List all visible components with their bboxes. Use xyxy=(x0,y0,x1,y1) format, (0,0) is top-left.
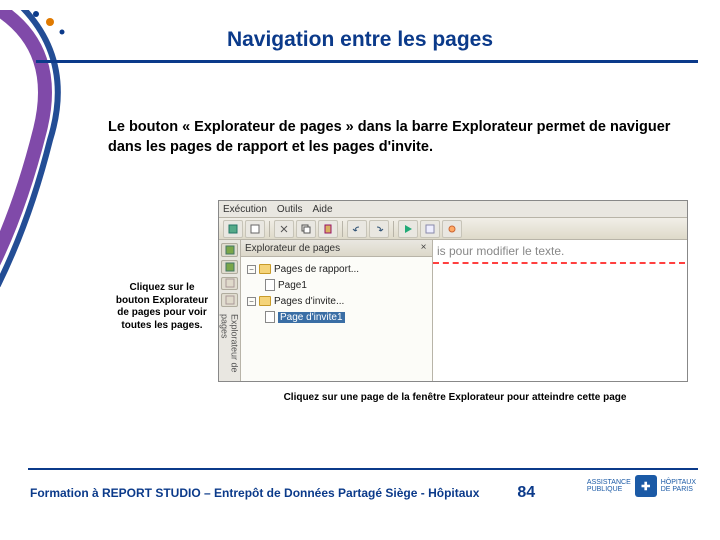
footer-text: Formation à REPORT STUDIO – Entrepôt de … xyxy=(30,486,479,500)
toolbar-button-run[interactable] xyxy=(398,220,418,238)
logo-text-left: ASSISTANCE PUBLIQUE xyxy=(587,479,631,493)
toolbar-button-2[interactable] xyxy=(245,220,265,238)
folder-icon xyxy=(259,296,271,306)
tab-button-page-explorer[interactable] xyxy=(221,260,238,274)
toolbar-button-a[interactable] xyxy=(420,220,440,238)
body-paragraph: Le bouton « Explorateur de pages » dans … xyxy=(108,118,682,157)
page-number: 84 xyxy=(517,484,535,502)
toolbar-separator xyxy=(269,221,270,237)
expand-icon[interactable]: − xyxy=(247,265,256,274)
panel-close-button[interactable]: × xyxy=(417,242,430,255)
app-screenshot: Exécution Outils Aide Explorateur de pag… xyxy=(218,200,688,382)
page-explorer-panel: Explorateur de pages × − Pages de rappor… xyxy=(241,240,433,381)
menubar: Exécution Outils Aide xyxy=(219,201,687,218)
toolbar-button-cut[interactable] xyxy=(274,220,294,238)
callout-bottom: Cliquez sur une page de la fenêtre Explo… xyxy=(220,392,690,403)
folder-icon xyxy=(259,264,271,274)
toolbar-button-undo[interactable] xyxy=(347,220,367,238)
toolbar-button-1[interactable] xyxy=(223,220,243,238)
menu-outils[interactable]: Outils xyxy=(277,204,303,215)
tab-button-1[interactable] xyxy=(221,243,238,257)
tree-label: Pages de rapport... xyxy=(274,264,359,275)
page-icon xyxy=(265,311,275,323)
tree-label: Page d'invite1 xyxy=(278,312,345,323)
toolbar-separator xyxy=(393,221,394,237)
tree-group-reports[interactable]: − Pages de rapport... xyxy=(243,261,430,277)
tree-item-page1[interactable]: Page1 xyxy=(243,277,430,293)
canvas-area: is pour modifier le texte. xyxy=(433,240,687,381)
tree-label: Pages d'invite... xyxy=(274,296,344,307)
tree-item-prompt-page1[interactable]: Page d'invite1 xyxy=(243,309,430,325)
toolbar xyxy=(219,218,687,240)
panel-title-text: Explorateur de pages xyxy=(245,243,340,254)
toolbar-button-paste[interactable] xyxy=(318,220,338,238)
tree-label: Page1 xyxy=(278,280,307,291)
logo-text-right: HÔPITAUX DE PARIS xyxy=(661,479,696,493)
callout-left: Cliquez sur le bouton Explorateur de pag… xyxy=(114,282,210,332)
page-icon xyxy=(265,279,275,291)
dashed-guide xyxy=(433,262,685,264)
footer-rule xyxy=(28,468,698,470)
tree-group-prompts[interactable]: − Pages d'invite... xyxy=(243,293,430,309)
tab-button-3[interactable] xyxy=(221,277,238,291)
expand-icon[interactable]: − xyxy=(247,297,256,306)
slide-title-bar: Navigation entre les pages xyxy=(0,28,720,52)
tab-button-4[interactable] xyxy=(221,293,238,307)
decorative-swoosh xyxy=(0,10,100,390)
toolbar-button-b[interactable] xyxy=(442,220,462,238)
menu-execution[interactable]: Exécution xyxy=(223,204,267,215)
slide-title: Navigation entre les pages xyxy=(0,28,720,52)
toolbar-button-copy[interactable] xyxy=(296,220,316,238)
toolbar-separator xyxy=(342,221,343,237)
menu-aide[interactable]: Aide xyxy=(312,204,332,215)
explorer-tabstrip: Explorateur de pages xyxy=(219,240,241,381)
toolbar-button-redo[interactable] xyxy=(369,220,389,238)
page-tree: − Pages de rapport... Page1 − Pages d'in… xyxy=(241,257,432,329)
canvas-placeholder-text: is pour modifier le texte. xyxy=(437,244,564,258)
title-underline xyxy=(36,60,698,63)
tabstrip-vertical-label: Explorateur de pages xyxy=(220,314,240,381)
logo-mark: ✚ xyxy=(635,475,657,497)
panel-title-bar: Explorateur de pages × xyxy=(241,240,432,257)
aphp-logo: ASSISTANCE PUBLIQUE ✚ HÔPITAUX DE PARIS xyxy=(587,475,696,497)
